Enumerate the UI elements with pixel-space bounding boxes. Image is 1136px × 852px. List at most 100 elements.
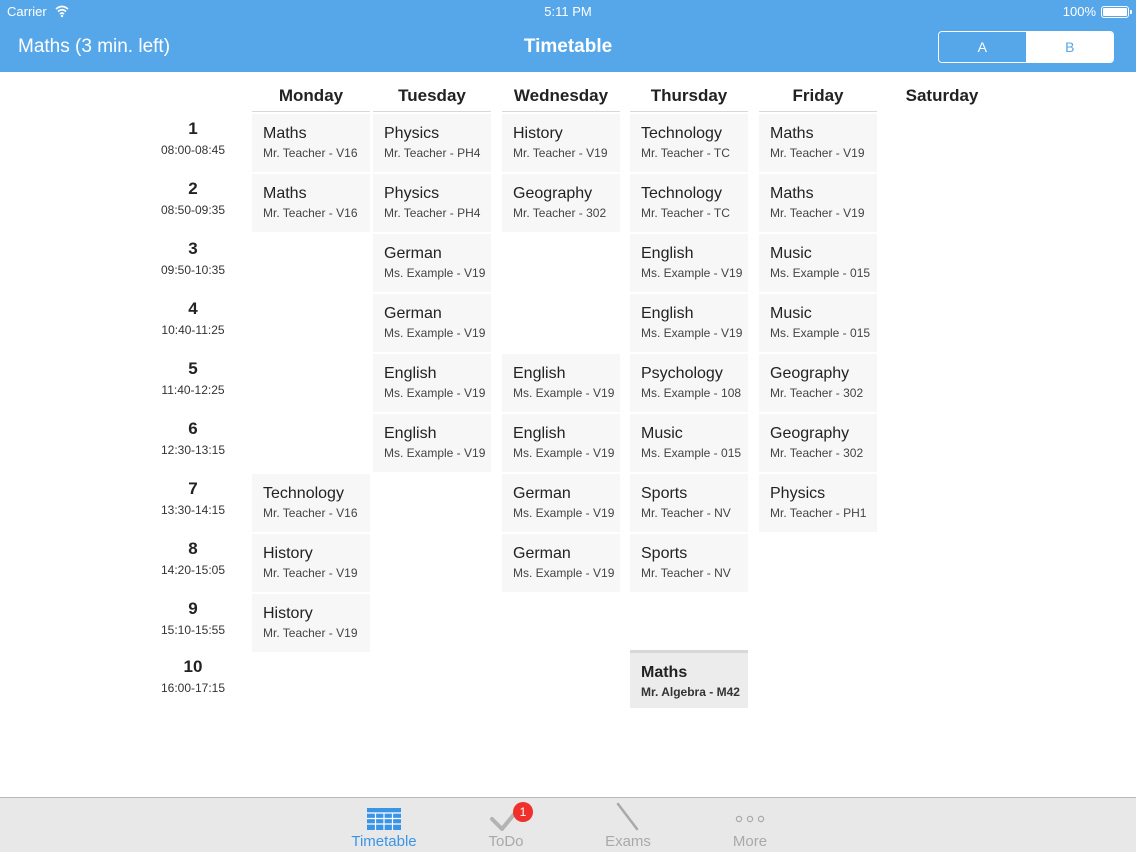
tab-todo[interactable]: 1 ToDo: [456, 798, 556, 852]
lesson-cell[interactable]: Music Ms. Example - 015: [759, 234, 877, 292]
lesson-teacher-room: Ms. Example - V19: [513, 386, 615, 400]
lesson-teacher-room: Mr. Teacher - V19: [513, 146, 608, 160]
period-label: 4 10:40-11:25: [150, 299, 236, 337]
lesson-teacher-room: Ms. Example - V19: [513, 446, 615, 460]
period-label: 2 08:50-09:35: [150, 179, 236, 217]
segment-a[interactable]: A: [939, 32, 1027, 62]
period-number: 2: [188, 179, 198, 198]
lesson-subject: Sports: [641, 545, 688, 562]
lesson-cell[interactable]: English Ms. Example - V19: [630, 234, 748, 292]
lesson-teacher-room: Mr. Teacher - V16: [263, 146, 358, 160]
tab-timetable[interactable]: Timetable: [334, 798, 434, 852]
lesson-cell[interactable]: Music Ms. Example - 015: [630, 414, 748, 472]
lesson-teacher-room: Mr. Teacher - PH1: [770, 506, 867, 520]
period-label: 3 09:50-10:35: [150, 239, 236, 277]
lesson-cell[interactable]: Geography Mr. Teacher - 302: [759, 354, 877, 412]
period-time: 08:00-08:45: [160, 143, 226, 157]
period-time: 09:50-10:35: [160, 263, 226, 277]
lesson-teacher-room: Ms. Example - V19: [384, 446, 486, 460]
battery-icon: [1101, 6, 1132, 18]
period-time: 16:00-17:15: [160, 681, 226, 695]
lesson-cell[interactable]: Music Ms. Example - 015: [759, 294, 877, 352]
lesson-cell[interactable]: English Ms. Example - V19: [630, 294, 748, 352]
lesson-cell[interactable]: Physics Mr. Teacher - PH1: [759, 474, 877, 532]
lesson-subject: Psychology: [641, 365, 723, 382]
lesson-cell[interactable]: Physics Mr. Teacher - PH4: [373, 174, 491, 232]
lesson-cell[interactable]: English Ms. Example - V19: [502, 414, 620, 472]
lesson-subject: English: [513, 425, 566, 442]
top-bar: Carrier 5:11 PM 100% Maths (3 min. left)…: [0, 0, 1136, 72]
lesson-subject: Technology: [263, 485, 344, 502]
lesson-teacher-room: Mr. Teacher - V19: [770, 206, 865, 220]
lesson-cell[interactable]: Maths Mr. Algebra - M42: [630, 650, 748, 708]
week-segmented-control: A B: [938, 31, 1114, 63]
lesson-subject: Geography: [770, 425, 850, 442]
lesson-cell[interactable]: Technology Mr. Teacher - TC: [630, 174, 748, 232]
lesson-subject: Technology: [641, 125, 722, 142]
lesson-teacher-room: Mr. Teacher - V19: [263, 566, 358, 580]
lesson-cell[interactable]: English Ms. Example - V19: [373, 354, 491, 412]
period-number: 9: [188, 599, 198, 618]
lesson-teacher-room: Ms. Example - 015: [770, 266, 871, 280]
lesson-subject: History: [513, 125, 563, 142]
lesson-cell[interactable]: Maths Mr. Teacher - V19: [759, 174, 877, 232]
lesson-cell[interactable]: German Ms. Example - V19: [502, 534, 620, 592]
lesson-teacher-room: Mr. Teacher - PH4: [384, 206, 481, 220]
lesson-teacher-room: Mr. Teacher - V19: [770, 146, 865, 160]
period-number: 1: [188, 119, 198, 138]
period-label: 7 13:30-14:15: [150, 479, 236, 517]
lesson-cell[interactable]: History Mr. Teacher - V19: [252, 594, 370, 652]
lesson-cell[interactable]: German Ms. Example - V19: [373, 234, 491, 292]
period-time: 14:20-15:05: [160, 563, 226, 577]
lesson-subject: English: [641, 245, 694, 262]
period-label: 10 16:00-17:15: [150, 657, 236, 695]
period-label: 8 14:20-15:05: [150, 539, 236, 577]
lesson-cell[interactable]: German Ms. Example - V19: [502, 474, 620, 532]
lesson-teacher-room: Ms. Example - V19: [513, 566, 615, 580]
day-header-monday: Monday: [252, 86, 370, 112]
lesson-cell[interactable]: German Ms. Example - V19: [373, 294, 491, 352]
lesson-cell[interactable]: English Ms. Example - V19: [373, 414, 491, 472]
lesson-cell[interactable]: Maths Mr. Teacher - V16: [252, 174, 370, 232]
status-time: 5:11 PM: [544, 4, 592, 19]
lesson-teacher-room: Ms. Example - V19: [384, 386, 486, 400]
period-label: 9 15:10-15:55: [150, 599, 236, 637]
lesson-cell[interactable]: Sports Mr. Teacher - NV: [630, 534, 748, 592]
lesson-cell[interactable]: Maths Mr. Teacher - V16: [252, 114, 370, 172]
tab-exams[interactable]: Exams: [578, 798, 678, 852]
lesson-teacher-room: Mr. Teacher - V19: [263, 626, 358, 640]
lesson-cell[interactable]: Technology Mr. Teacher - TC: [630, 114, 748, 172]
tab-label: Exams: [605, 833, 651, 850]
lesson-subject: German: [384, 305, 442, 322]
lesson-cell[interactable]: Technology Mr. Teacher - V16: [252, 474, 370, 532]
period-number: 7: [188, 479, 198, 498]
lesson-teacher-room: Mr. Teacher - V16: [263, 206, 358, 220]
lesson-subject: English: [384, 365, 437, 382]
lesson-cell[interactable]: History Mr. Teacher - V19: [252, 534, 370, 592]
period-number: 4: [188, 299, 198, 318]
lesson-cell[interactable]: Maths Mr. Teacher - V19: [759, 114, 877, 172]
lesson-teacher-room: Mr. Teacher - PH4: [384, 146, 481, 160]
lesson-teacher-room: Mr. Teacher - 302: [770, 446, 864, 460]
lesson-subject: Physics: [384, 125, 440, 142]
lesson-teacher-room: Mr. Teacher - TC: [641, 206, 730, 220]
lesson-cell[interactable]: Geography Mr. Teacher - 302: [502, 174, 620, 232]
tab-label: Timetable: [351, 833, 417, 850]
day-header-thursday: Thursday: [630, 86, 748, 112]
lesson-cell[interactable]: English Ms. Example - V19: [502, 354, 620, 412]
lesson-cell[interactable]: History Mr. Teacher - V19: [502, 114, 620, 172]
lesson-subject: German: [513, 485, 571, 502]
lesson-teacher-room: Mr. Teacher - NV: [641, 566, 731, 580]
lesson-cell[interactable]: Geography Mr. Teacher - 302: [759, 414, 877, 472]
period-label: 6 12:30-13:15: [150, 419, 236, 457]
lesson-cell[interactable]: Psychology Ms. Example - 108: [630, 354, 748, 412]
lesson-teacher-room: Mr. Teacher - NV: [641, 506, 731, 520]
calendar-grid-icon: [367, 808, 401, 830]
lesson-cell[interactable]: Physics Mr. Teacher - PH4: [373, 114, 491, 172]
day-header-tuesday: Tuesday: [373, 86, 491, 112]
segment-b[interactable]: B: [1026, 32, 1113, 62]
lesson-teacher-room: Ms. Example - V19: [513, 506, 615, 520]
tab-more[interactable]: More: [700, 798, 800, 852]
lesson-cell[interactable]: Sports Mr. Teacher - NV: [630, 474, 748, 532]
lesson-teacher-room: Ms. Example - V19: [384, 266, 486, 280]
